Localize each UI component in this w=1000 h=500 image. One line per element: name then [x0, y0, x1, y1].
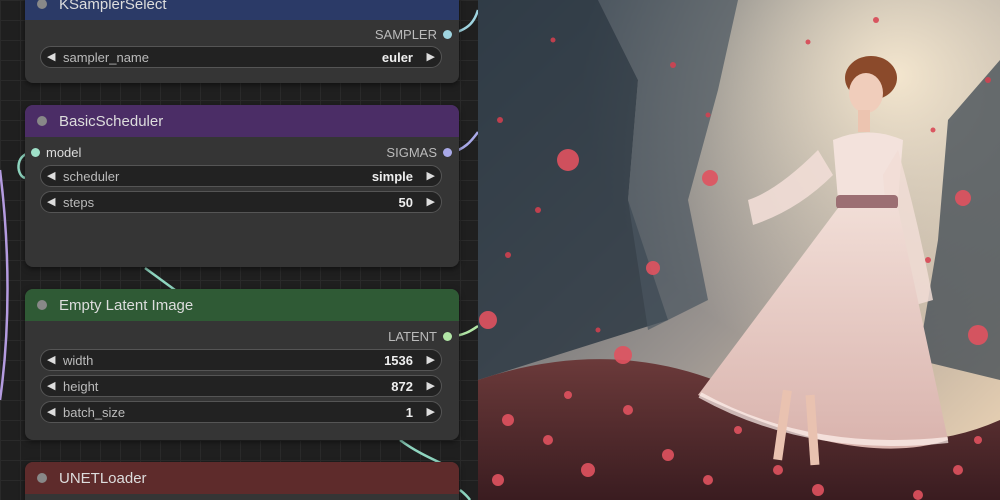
- collapse-dot-icon[interactable]: [37, 116, 47, 126]
- generated-image-preview: [478, 0, 1000, 500]
- sampler-output-port[interactable]: [443, 30, 452, 39]
- width-widget[interactable]: ◀ width 1536 ▶: [40, 349, 442, 371]
- unet-loader-node[interactable]: UNETLoader: [25, 462, 459, 500]
- widget-name: scheduler: [63, 169, 120, 184]
- decrement-arrow-icon[interactable]: ◀: [47, 353, 55, 366]
- output-label: SAMPLER: [374, 27, 437, 42]
- collapse-dot-icon[interactable]: [37, 473, 47, 483]
- node-graph-canvas[interactable]: KSamplerSelect SAMPLER ◀ sampler_name eu…: [0, 0, 478, 500]
- height-widget[interactable]: ◀ height 872 ▶: [40, 375, 442, 397]
- widget-value: simple: [371, 169, 413, 184]
- steps-widget[interactable]: ◀ steps 50 ▶: [40, 191, 442, 213]
- node-header[interactable]: UNETLoader: [25, 462, 459, 494]
- node-title: KSamplerSelect: [59, 0, 167, 13]
- io-row: model SIGMAS: [25, 144, 459, 162]
- node-header[interactable]: BasicScheduler: [25, 105, 459, 137]
- model-input-port[interactable]: [31, 148, 40, 157]
- output-label: LATENT: [388, 329, 437, 344]
- increment-arrow-icon[interactable]: ▶: [427, 379, 435, 392]
- empty-latent-image-node[interactable]: Empty Latent Image LATENT ◀ width 1536 ▶…: [25, 289, 459, 440]
- output-label: SIGMAS: [386, 145, 437, 160]
- widget-name: batch_size: [63, 405, 126, 420]
- increment-arrow-icon[interactable]: ▶: [427, 50, 435, 63]
- scheduler-widget[interactable]: ◀ scheduler simple ▶: [40, 165, 442, 187]
- latent-output-port[interactable]: [443, 332, 452, 341]
- decrement-arrow-icon[interactable]: ◀: [47, 405, 55, 418]
- widget-name: sampler_name: [63, 50, 149, 65]
- basic-scheduler-node[interactable]: BasicScheduler model SIGMAS ◀ scheduler …: [25, 105, 459, 267]
- node-title: UNETLoader: [59, 469, 147, 487]
- node-header[interactable]: KSamplerSelect: [25, 0, 459, 20]
- output-row: LATENT: [25, 328, 459, 346]
- output-row: SAMPLER: [25, 26, 459, 44]
- input-label: model: [46, 145, 82, 160]
- node-title: BasicScheduler: [59, 112, 164, 130]
- widget-name: steps: [63, 195, 95, 210]
- sampler-name-widget[interactable]: ◀ sampler_name euler ▶: [40, 46, 442, 68]
- increment-arrow-icon[interactable]: ▶: [427, 405, 435, 418]
- collapse-dot-icon[interactable]: [37, 0, 47, 9]
- widget-value: 1: [405, 405, 413, 420]
- decrement-arrow-icon[interactable]: ◀: [47, 50, 55, 63]
- preview-illustration: [478, 0, 1000, 500]
- increment-arrow-icon[interactable]: ▶: [427, 353, 435, 366]
- decrement-arrow-icon[interactable]: ◀: [47, 195, 55, 208]
- decrement-arrow-icon[interactable]: ◀: [47, 379, 55, 392]
- collapse-dot-icon[interactable]: [37, 300, 47, 310]
- node-header[interactable]: Empty Latent Image: [25, 289, 459, 321]
- increment-arrow-icon[interactable]: ▶: [427, 195, 435, 208]
- decrement-arrow-icon[interactable]: ◀: [47, 169, 55, 182]
- widget-value: euler: [381, 50, 413, 65]
- widget-name: height: [63, 379, 99, 394]
- widget-value: 1536: [384, 353, 413, 368]
- increment-arrow-icon[interactable]: ▶: [427, 169, 435, 182]
- widget-value: 872: [391, 379, 413, 394]
- node-title: Empty Latent Image: [59, 296, 194, 314]
- ksampler-select-node[interactable]: KSamplerSelect SAMPLER ◀ sampler_name eu…: [25, 0, 459, 83]
- sigmas-output-port[interactable]: [443, 148, 452, 157]
- widget-name: width: [63, 353, 94, 368]
- widget-value: 50: [398, 195, 413, 210]
- batch-size-widget[interactable]: ◀ batch_size 1 ▶: [40, 401, 442, 423]
